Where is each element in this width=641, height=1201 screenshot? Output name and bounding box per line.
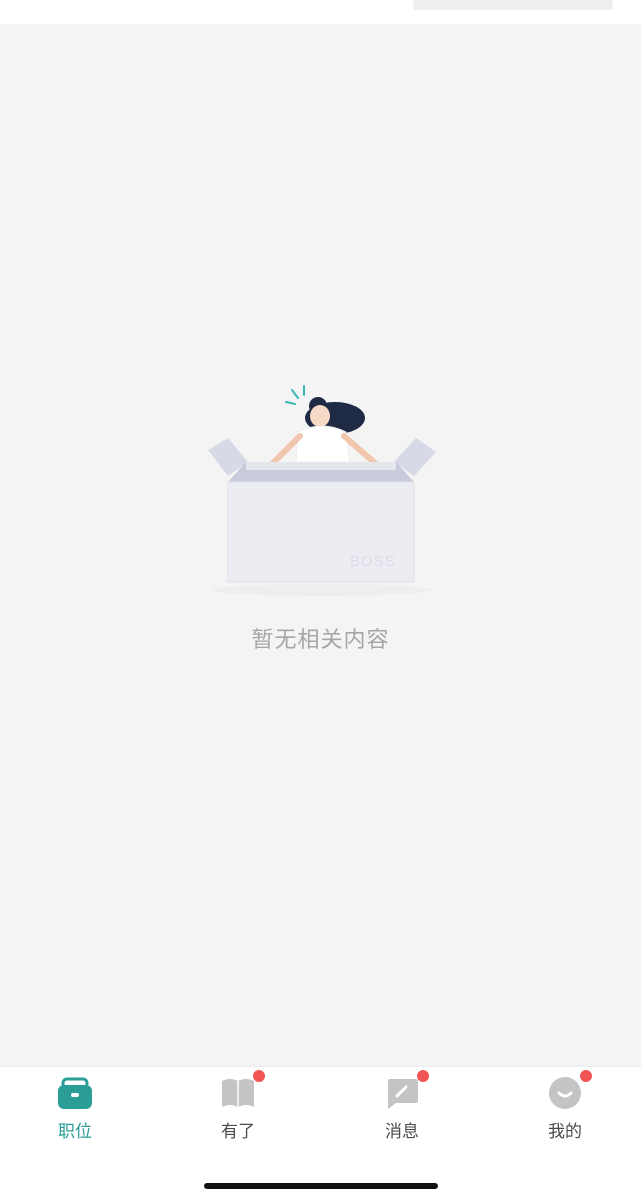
woman-body bbox=[295, 425, 351, 463]
bottom-tab-bar: 职位 有了 消息 我的 bbox=[0, 1066, 641, 1201]
tab-profile[interactable]: 我的 bbox=[515, 1069, 615, 1155]
badge-dot bbox=[579, 1069, 593, 1083]
sparkle-lines bbox=[285, 385, 305, 405]
profile-icon bbox=[547, 1069, 593, 1111]
tab-label-messages: 消息 bbox=[385, 1122, 419, 1142]
tab-jobs[interactable]: 职位 bbox=[25, 1075, 125, 1155]
tab-label-jobs: 职位 bbox=[58, 1122, 92, 1142]
badge-dot bbox=[416, 1069, 430, 1083]
home-indicator-bar[interactable] bbox=[204, 1183, 438, 1189]
box-watermark: BOSS bbox=[350, 553, 396, 570]
tab-messages[interactable]: 消息 bbox=[352, 1069, 452, 1155]
badge-dot bbox=[252, 1069, 266, 1083]
tab-label-profile: 我的 bbox=[548, 1122, 582, 1142]
briefcase-icon bbox=[57, 1075, 93, 1111]
chat-icon bbox=[384, 1069, 430, 1111]
empty-box-illustration: BOSS bbox=[208, 385, 436, 596]
tab-youle[interactable]: 有了 bbox=[188, 1069, 288, 1155]
home-indicator bbox=[0, 1182, 641, 1200]
header-blurred-area bbox=[413, 0, 613, 10]
empty-message: 暂无相关内容 bbox=[251, 628, 390, 653]
tab-label-youle: 有了 bbox=[221, 1122, 255, 1142]
top-header-strip bbox=[0, 0, 641, 24]
book-icon bbox=[220, 1069, 266, 1111]
